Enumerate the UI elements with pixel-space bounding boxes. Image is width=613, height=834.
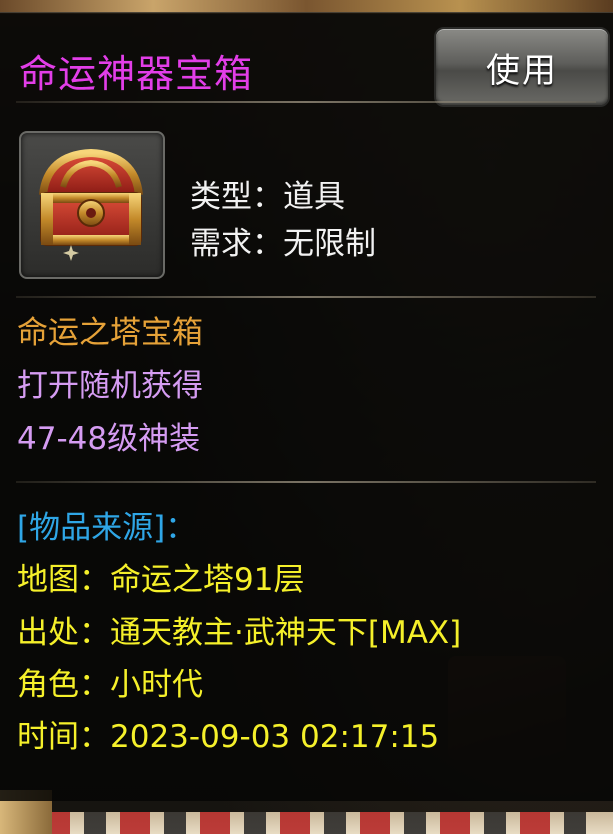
divider [16,481,596,483]
background-chat-text [40,812,600,834]
game-scene: 命运神器宝箱 使用 类型：道具 需求：无限制 命运之塔宝箱 打开随机获得 47-… [0,0,613,834]
divider [16,101,596,103]
item-icon-slot [19,131,165,279]
item-type: 类型：道具 [190,179,345,215]
source-header: [物品来源]： [17,510,197,546]
divider [16,296,596,298]
source-character: 角色：小时代 [17,667,203,703]
use-button[interactable]: 使用 [434,27,610,107]
item-name: 命运神器宝箱 [19,52,254,96]
description-line: 47-48级神装 [17,421,201,457]
source-time: 时间：2023-09-03 02:17:15 [17,719,440,755]
description-line: 打开随机获得 [17,368,203,404]
item-requirement: 需求：无限制 [190,226,376,262]
use-button-label: 使用 [486,50,558,91]
item-tooltip-panel: 命运神器宝箱 使用 类型：道具 需求：无限制 命运之塔宝箱 打开随机获得 47-… [0,12,613,801]
description-line: 命运之塔宝箱 [17,315,203,351]
source-origin: 出处：通天教主·武神天下[MAX] [17,615,462,651]
source-map: 地图：命运之塔91层 [17,562,305,598]
